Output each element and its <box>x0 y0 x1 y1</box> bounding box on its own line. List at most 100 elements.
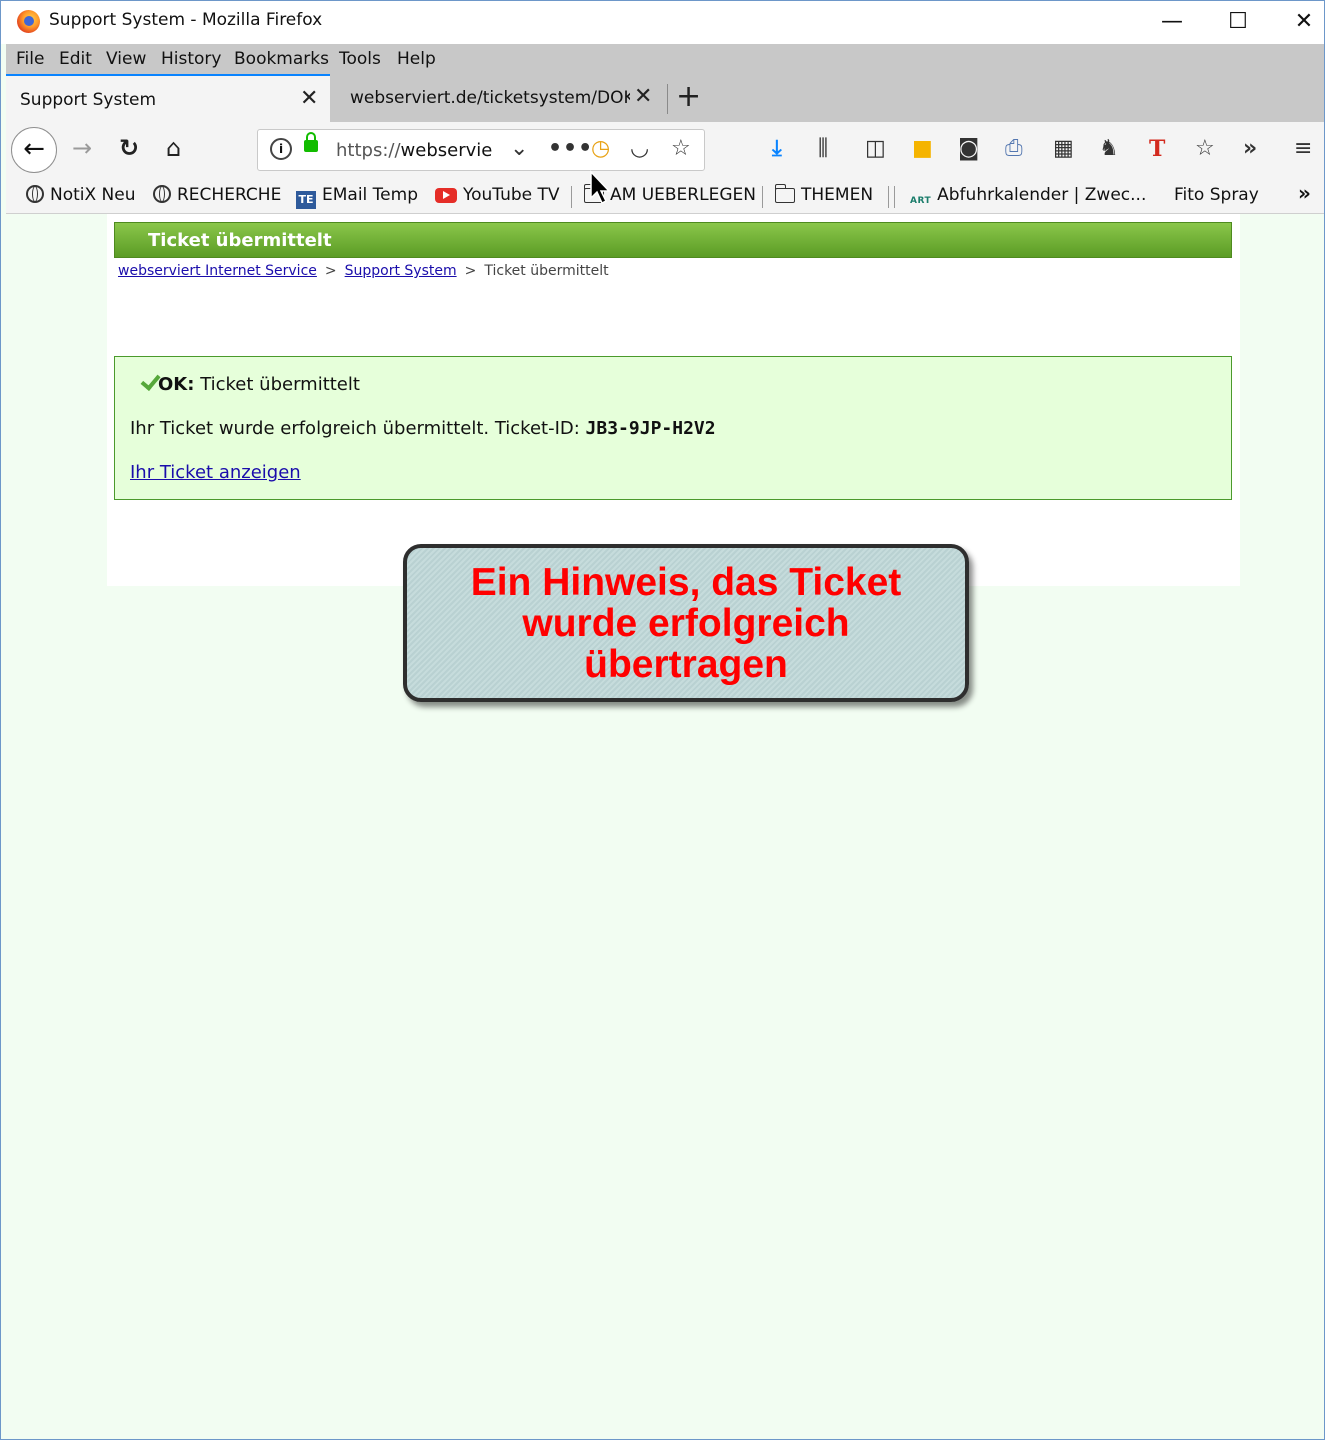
breadcrumb-current: Ticket übermittelt <box>484 263 609 279</box>
info-icon[interactable]: i <box>270 138 292 160</box>
checkmark-icon <box>130 376 152 390</box>
page-content: Ticket übermittelt webserviert Internet … <box>6 214 1325 1438</box>
success-message-box: OK: Ticket übermittelt Ihr Ticket wurde … <box>114 356 1232 500</box>
bookmark-separator <box>762 186 763 208</box>
hamburger-menu-icon[interactable]: ≡ <box>1294 136 1312 162</box>
menu-file[interactable]: File <box>16 49 44 69</box>
print-icon[interactable]: ⎙ <box>1005 136 1023 162</box>
success-prefix: OK: <box>158 374 195 395</box>
navigation-toolbar: ← → ↻ ⌂ i https://webservie ⌄ ••• ◷ ◡ ☆ … <box>6 122 1325 178</box>
bookmark-recherche[interactable]: RECHERCHE <box>153 185 281 205</box>
star-icon[interactable]: ☆ <box>671 136 691 162</box>
maximize-button[interactable]: ☐ <box>1218 6 1258 38</box>
menu-history[interactable]: History <box>161 49 221 69</box>
menu-tools[interactable]: Tools <box>339 49 381 69</box>
success-message-text: Ihr Ticket wurde erfolgreich übermittelt… <box>130 418 580 439</box>
tab-label: Support System <box>20 90 156 110</box>
page-header: Ticket übermittelt <box>114 222 1232 258</box>
menu-bookmarks[interactable]: Bookmarks <box>234 49 329 69</box>
bookmark-email-temp[interactable]: TE EMail Temp <box>296 185 418 209</box>
firefox-logo-icon <box>17 10 40 33</box>
dropdown-icon[interactable]: ⌄ <box>510 136 528 162</box>
ticket-id: JB3-9JP-H2V2 <box>585 418 716 439</box>
screenshot-icon[interactable]: ▦ <box>1053 136 1074 162</box>
breadcrumb-link-support[interactable]: Support System <box>345 263 457 279</box>
tab-strip: Support System ✕ webserviert.de/ticketsy… <box>6 74 1325 122</box>
youtube-icon <box>435 188 457 203</box>
window-title: Support System - Mozilla Firefox <box>49 10 323 30</box>
home-icon[interactable]: ⌂ <box>166 134 181 162</box>
bookmark-label: NotiX Neu <box>50 185 136 205</box>
callout-line-2: wurde erfolgreich <box>522 602 850 645</box>
menu-bar: File Edit View History Bookmarks Tools H… <box>6 44 1325 74</box>
note-icon[interactable]: ■ <box>912 136 933 162</box>
bookmark-label: THEMEN <box>801 185 874 205</box>
menu-help[interactable]: Help <box>397 49 436 69</box>
close-window-button[interactable]: ✕ <box>1284 6 1324 38</box>
callout-line-1: Ein Hinweis, das Ticket <box>470 561 902 604</box>
success-message: Ihr Ticket wurde erfolgreich übermittelt… <box>130 418 716 439</box>
bookmark-youtube-tv[interactable]: YouTube TV <box>435 185 560 205</box>
url-bar[interactable]: i https://webservie ⌄ ••• ◷ ◡ ☆ <box>257 129 705 171</box>
new-tab-button[interactable]: + <box>676 80 701 114</box>
reload-icon[interactable]: ↻ <box>119 134 139 162</box>
tab-webserviert[interactable]: webserviert.de/ticketsystem/DOKU/ ✕ <box>336 74 664 122</box>
tab-separator <box>667 84 668 114</box>
camera-icon[interactable]: ◙ <box>958 136 979 162</box>
pocket-icon[interactable]: ◡ <box>630 136 649 162</box>
url-prefix: https:// <box>336 140 401 161</box>
bookmark-label: EMail Temp <box>322 185 418 205</box>
callout-text: Ein Hinweis, das Ticket wurde erfolgreic… <box>407 562 965 685</box>
t-icon[interactable]: T <box>1149 136 1165 162</box>
bookmarks-overflow-icon[interactable]: » <box>1298 181 1311 205</box>
breadcrumb-separator: > <box>324 263 337 279</box>
back-arrow-icon[interactable]: ← <box>11 127 57 173</box>
bookmark-abfuhrkalender[interactable]: ART Abfuhrkalender | Zwec... <box>910 185 1146 206</box>
bookmark-separator <box>571 186 572 208</box>
sidebar-icon[interactable]: ◫ <box>865 136 886 162</box>
forward-arrow-icon[interactable]: → <box>72 134 92 162</box>
title-bar: Support System - Mozilla Firefox — ☐ ✕ <box>0 0 1325 44</box>
clock-extension-icon[interactable]: ◷ <box>591 136 610 162</box>
library-icon[interactable]: ⫼ <box>818 136 828 162</box>
te-icon: TE <box>296 191 316 209</box>
bookmarks-toolbar: NotiX Neu RECHERCHE TE EMail Temp YouTube… <box>6 178 1325 214</box>
download-icon[interactable]: ⤓ <box>772 136 782 162</box>
tab-support-system[interactable]: Support System ✕ <box>6 74 330 122</box>
more-icon[interactable]: ••• <box>548 136 593 162</box>
tab-close-icon[interactable]: ✕ <box>300 86 318 111</box>
lock-icon <box>304 132 318 152</box>
bookmark-notix-neu[interactable]: NotiX Neu <box>26 185 136 205</box>
breadcrumb-link-home[interactable]: webserviert Internet Service <box>118 263 317 279</box>
art-icon: ART <box>910 196 932 206</box>
bookmark-separator <box>888 186 889 208</box>
menu-edit[interactable]: Edit <box>59 49 92 69</box>
breadcrumb-separator: > <box>464 263 477 279</box>
folder-icon <box>774 184 795 203</box>
tab-close-icon[interactable]: ✕ <box>634 84 652 109</box>
globe-icon <box>153 185 171 203</box>
star-outline-icon[interactable]: ☆ <box>1195 136 1215 162</box>
bookmark-fito-spray[interactable]: Fito Spray <box>1174 185 1259 205</box>
breadcrumb: webserviert Internet Service > Support Sys… <box>118 263 609 279</box>
url-host: webservie <box>400 140 492 161</box>
bookmark-label: YouTube TV <box>463 185 560 205</box>
success-title: Ticket übermittelt <box>200 374 360 395</box>
overflow-icon[interactable]: » <box>1243 136 1257 162</box>
bookmark-label: AM UEBERLEGEN <box>610 185 756 205</box>
bookmark-separator <box>894 186 895 208</box>
minimize-button[interactable]: — <box>1152 6 1192 38</box>
bookmark-label: Abfuhrkalender | Zwec... <box>937 185 1147 205</box>
bookmark-themen[interactable]: THEMEN <box>774 184 874 205</box>
cat-icon[interactable]: ♞ <box>1099 136 1119 162</box>
url-text[interactable]: https://webservie <box>336 140 492 161</box>
page-title: Ticket übermittelt <box>148 230 332 251</box>
view-ticket-link[interactable]: Ihr Ticket anzeigen <box>130 462 301 483</box>
globe-icon <box>26 185 44 203</box>
annotation-callout: Ein Hinweis, das Ticket wurde erfolgreic… <box>403 544 969 702</box>
menu-view[interactable]: View <box>106 49 146 69</box>
callout-line-3: übertragen <box>584 643 788 686</box>
success-heading: OK: Ticket übermittelt <box>130 374 360 395</box>
tab-label: webserviert.de/ticketsystem/DOKU/ <box>350 88 630 108</box>
bookmark-label: Fito Spray <box>1174 185 1259 205</box>
